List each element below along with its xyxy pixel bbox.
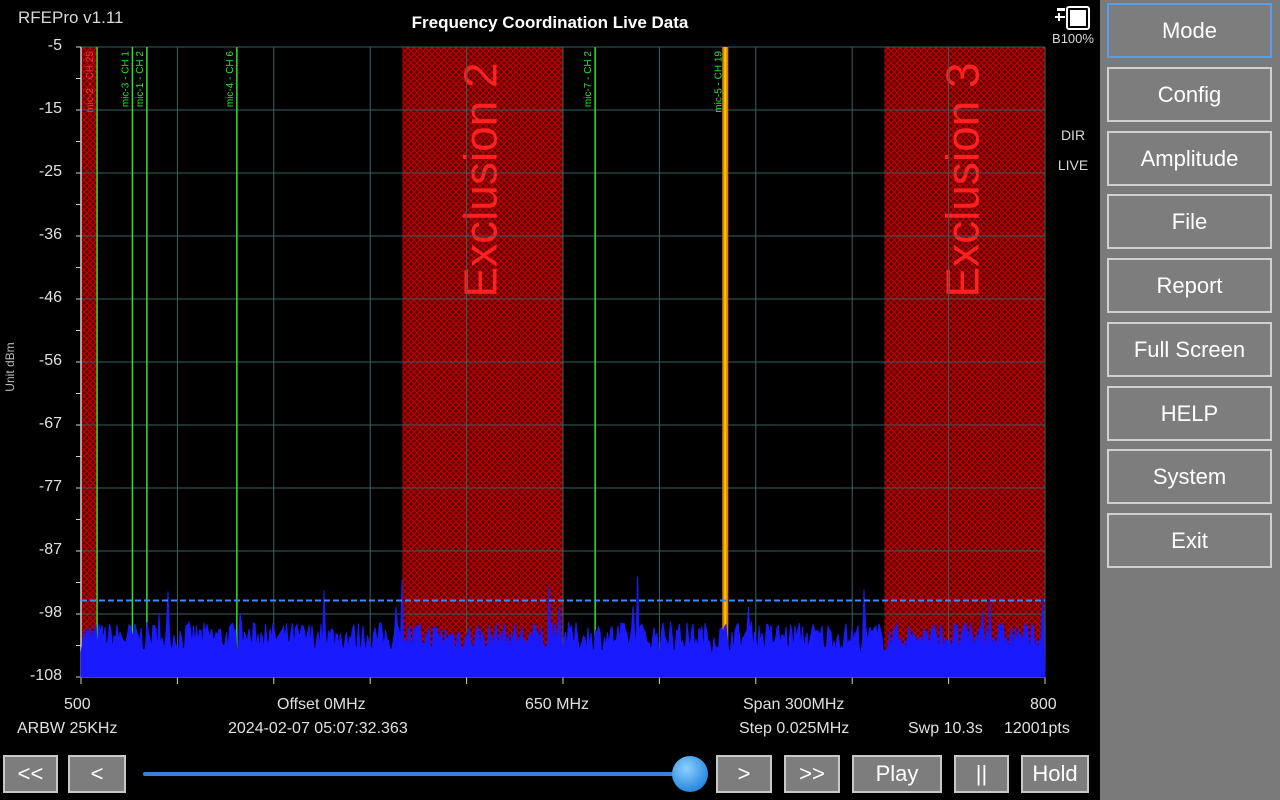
play-button[interactable]: Play <box>852 755 942 793</box>
marker-label: mic-1 - CH 2 <box>135 51 146 108</box>
amplitude-button[interactable]: Amplitude <box>1107 131 1272 186</box>
marker-label: mic-7 - CH 2 <box>583 51 594 108</box>
offset-label: Offset 0MHz <box>277 696 366 713</box>
next-button[interactable]: > <box>716 755 772 793</box>
y-tick-label: -108 <box>29 667 62 684</box>
system-button[interactable]: System <box>1107 449 1272 504</box>
prev-button[interactable]: < <box>68 755 126 793</box>
hold-button[interactable]: Hold <box>1021 755 1089 793</box>
full-screen-button[interactable]: Full Screen <box>1107 322 1272 377</box>
marker-label: mic-5 - CH 19 <box>713 51 724 113</box>
pause-button[interactable]: || <box>954 755 1009 793</box>
rbw-label: ARBW 25KHz <box>17 720 118 737</box>
x-tick-center: 650 MHz <box>525 696 590 713</box>
file-button[interactable]: File <box>1107 194 1272 249</box>
y-tick-label: -5 <box>47 37 62 54</box>
step-label: Step 0.025MHz <box>739 720 850 737</box>
y-tick-label: -15 <box>38 100 62 117</box>
points-label: 12001pts <box>1004 720 1070 737</box>
marker-label: mic-2 - CH 25 <box>85 51 96 113</box>
y-tick-label: -77 <box>38 478 62 495</box>
y-tick-label: -46 <box>38 289 62 306</box>
y-tick-label: -98 <box>38 604 62 621</box>
exclusion-label: Exclusion 3 <box>937 62 989 297</box>
y-tick-label: -36 <box>38 226 62 243</box>
last-button[interactable]: >> <box>784 755 840 793</box>
help-button[interactable]: HELP <box>1107 386 1272 441</box>
y-tick-label: -56 <box>38 352 62 369</box>
timeline-slider-thumb[interactable] <box>672 756 708 792</box>
mode-button[interactable]: Mode <box>1107 3 1272 58</box>
timestamp-label: 2024-02-07 05:07:32.363 <box>228 720 408 737</box>
sweep-label: Swp 10.3s <box>908 720 983 737</box>
marker-label: mic-3 - CH 1 <box>120 51 131 108</box>
span-label: Span 300MHz <box>743 696 845 713</box>
first-button[interactable]: << <box>3 755 58 793</box>
y-tick-label: -25 <box>38 163 62 180</box>
y-tick-label: -87 <box>38 541 62 558</box>
config-button[interactable]: Config <box>1107 67 1272 122</box>
timeline-slider-track[interactable] <box>143 772 691 776</box>
x-tick-left: 500 <box>64 696 91 713</box>
marker-label: mic-4 - CH 6 <box>225 51 236 108</box>
spectrum-chart[interactable]: Exclusion 2 Exclusion 3 mic-2 - CH 25 mic-3… <box>0 0 1100 745</box>
exclusion-label: Exclusion 2 <box>455 62 507 297</box>
exit-button[interactable]: Exit <box>1107 513 1272 568</box>
y-tick-label: -67 <box>38 415 62 432</box>
report-button[interactable]: Report <box>1107 258 1272 313</box>
x-tick-right: 800 <box>1030 696 1057 713</box>
